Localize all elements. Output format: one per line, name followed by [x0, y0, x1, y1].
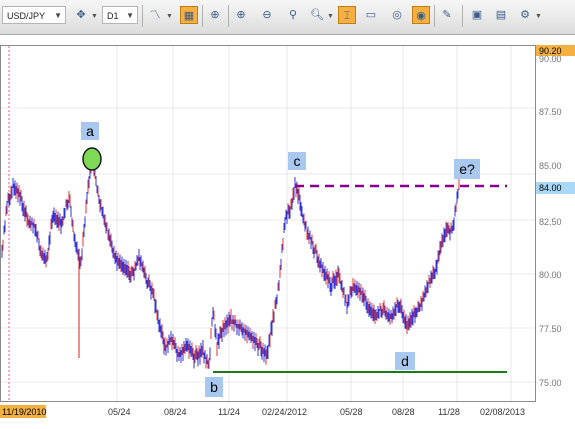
date-tick: 02/08/2013 — [480, 407, 525, 417]
wave-label-c: c — [288, 152, 306, 170]
toolbar-divider — [142, 5, 143, 27]
wave-label-a: a — [81, 122, 99, 140]
price-chart[interactable]: a b c d e? — [0, 45, 536, 402]
zoom-out-icon[interactable]: ⊕ — [232, 6, 250, 24]
wave-label-d-text: d — [401, 353, 409, 369]
date-tick: 08/24 — [164, 407, 187, 417]
toolbar-divider — [202, 5, 203, 27]
indicator-icon[interactable]: ⚲ — [284, 6, 302, 24]
globe-icon[interactable]: ◉ — [412, 6, 430, 24]
date-tick: 08/28 — [392, 407, 415, 417]
symbol-value: USD/JPY — [7, 11, 46, 21]
magnet-icon[interactable]: ◎ — [388, 6, 406, 24]
chevron-down-icon: ▼ — [54, 11, 62, 20]
price-tick-80: 80.00 — [539, 270, 562, 280]
date-tick: 05/28 — [340, 407, 363, 417]
timeframe-select[interactable]: D1 ▼ — [102, 6, 138, 24]
peak-highlight-circle — [82, 147, 102, 171]
price-tick-75: 75.00 — [539, 378, 562, 388]
price-tick-82: 82.50 — [539, 217, 562, 227]
toolbar-divider — [228, 5, 229, 27]
price-tick-87: 87.50 — [539, 107, 562, 117]
pencil-icon[interactable]: ✎ — [438, 6, 456, 24]
symbol-select[interactable]: USD/JPY ▼ — [2, 6, 66, 24]
settings-icon[interactable]: ⚙ — [516, 6, 534, 24]
toolbar-divider — [434, 5, 435, 27]
price-tick-85: 85.00 — [539, 161, 562, 171]
wave-label-b: b — [205, 377, 223, 397]
folder-icon[interactable]: ▤ — [492, 6, 510, 24]
wave-label-a-text: a — [86, 123, 94, 139]
image-icon[interactable]: ▣ — [468, 6, 486, 24]
wave-label-b-text: b — [210, 379, 218, 395]
chevron-down-icon[interactable]: ▼ — [535, 13, 542, 20]
date-tick: 02/24/2012 — [262, 407, 307, 417]
date-tick: 11/28 — [438, 407, 460, 417]
wave-label-c-text: c — [294, 153, 301, 169]
date-tick-start: 11/19/2010 — [2, 407, 46, 417]
date-tick: 11/24 — [218, 407, 240, 417]
wave-label-e: e? — [454, 159, 480, 179]
cursor-icon[interactable]: ⌶ — [338, 6, 356, 24]
chevron-down-icon[interactable]: ▼ — [327, 13, 334, 20]
timeframe-value: D1 — [107, 11, 119, 21]
price-axis: 90.20 90.00 87.50 85.00 84.00 82.50 80.0… — [536, 45, 575, 402]
date-axis: 11/19/2010 05/24 08/24 11/24 02/24/2012 … — [0, 402, 575, 424]
wave-label-d: d — [395, 352, 415, 370]
price-tick-77: 77.50 — [539, 324, 562, 334]
bar-chart-icon[interactable]: 〽 — [146, 6, 164, 24]
current-price-value: 84.00 — [539, 183, 562, 193]
chart-grid — [1, 46, 535, 401]
zoom-in-icon[interactable]: ⊕ — [206, 6, 224, 24]
chevron-down-icon: ▼ — [126, 11, 134, 20]
zoom-icon[interactable]: ⊖ — [258, 6, 276, 24]
price-candles — [1, 148, 460, 369]
chart-toolbar: USD/JPY ▼ ✥ ▼ D1 ▼ 〽 ▼ ▦ ⊕ ⊕ ⊖ ⚲ 🔍︎ ▼ ⌶ … — [0, 0, 575, 35]
chart-canvas: a b c d e? — [1, 46, 535, 401]
wave-label-e-text: e? — [459, 161, 475, 177]
date-tick: 05/24 — [108, 407, 131, 417]
chevron-down-icon[interactable]: ▼ — [91, 13, 98, 20]
magnifier-icon[interactable]: 🔍︎ — [308, 6, 326, 24]
crosshair-icon[interactable]: ✥ — [72, 6, 90, 24]
properties-icon[interactable]: ▦ — [180, 6, 198, 24]
price-tick-90: 90.00 — [539, 54, 562, 64]
toolbar-divider — [462, 5, 463, 27]
chevron-down-icon[interactable]: ▼ — [166, 13, 173, 20]
new-window-icon[interactable]: ▭ — [362, 6, 380, 24]
